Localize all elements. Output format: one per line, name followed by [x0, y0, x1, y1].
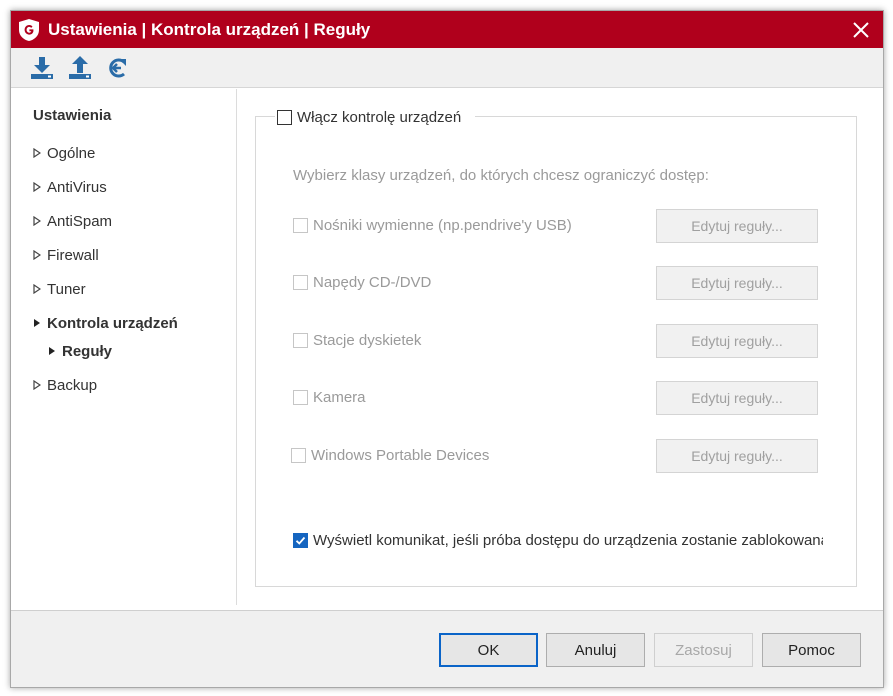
edit-rules-removable-button[interactable]: Edytuj reguły...: [656, 209, 818, 243]
cd-dvd-label: Napędy CD-/DVD: [313, 274, 432, 291]
collapsed-arrow-icon: [33, 284, 47, 294]
collapsed-arrow-icon: [33, 182, 47, 192]
expanded-arrow-icon: [33, 318, 47, 328]
reset-button[interactable]: [102, 53, 132, 83]
import-download-icon: [31, 57, 53, 79]
enable-device-control-checkbox[interactable]: [277, 109, 292, 125]
device-row-camera: Kamera Edytuj reguły...: [291, 381, 821, 415]
device-row-cd-dvd: Napędy CD-/DVD Edytuj reguły...: [291, 266, 821, 300]
ok-button[interactable]: OK: [439, 633, 538, 667]
collapsed-arrow-icon: [33, 380, 47, 390]
camera-checkbox[interactable]: [293, 390, 308, 405]
import-button[interactable]: [27, 53, 57, 83]
dialog-footer: OK Anuluj Zastosuj Pomoc: [11, 610, 883, 687]
floppy-checkbox[interactable]: [293, 333, 308, 348]
sidebar-item-label: AntiSpam: [47, 212, 113, 230]
selected-arrow-icon: [48, 346, 62, 356]
reset-arrow-icon: [109, 58, 126, 78]
g-data-shield-icon: [19, 19, 39, 41]
title-bar: Ustawienia | Kontrola urządzeń | Reguły: [11, 11, 883, 48]
cancel-button[interactable]: Anuluj: [546, 633, 645, 667]
wpd-checkbox[interactable]: [291, 448, 306, 463]
floppy-label: Stacje dyskietek: [313, 332, 422, 349]
block-notification-row[interactable]: Wyświetl komunikat, jeśli próba dostępu …: [293, 529, 823, 551]
settings-sidebar: Ustawienia Ogólne AntiVirus AntiSpam Fir…: [11, 89, 237, 605]
device-row-floppy: Stacje dyskietek Edytuj reguły...: [291, 324, 821, 358]
sidebar-item-label: Reguły: [62, 342, 113, 360]
edit-rules-wpd-button[interactable]: Edytuj reguły...: [656, 439, 818, 473]
removable-media-label: Nośniki wymienne (np.pendrive'y USB): [313, 217, 572, 234]
removable-media-checkbox[interactable]: [293, 218, 308, 233]
collapsed-arrow-icon: [33, 148, 47, 158]
close-icon: [853, 21, 869, 38]
sidebar-item-antispam[interactable]: AntiSpam: [33, 210, 112, 232]
enable-device-control-label: Włącz kontrolę urządzeń: [297, 108, 462, 126]
sidebar-item-label: Firewall: [47, 246, 99, 264]
collapsed-arrow-icon: [33, 250, 47, 260]
edit-rules-floppy-button[interactable]: Edytuj reguły...: [656, 324, 818, 358]
camera-label: Kamera: [313, 389, 366, 406]
sidebar-item-reguly[interactable]: Reguły: [48, 340, 112, 362]
export-upload-icon: [69, 56, 91, 79]
collapsed-arrow-icon: [33, 216, 47, 226]
device-row-removable: Nośniki wymienne (np.pendrive'y USB) Edy…: [291, 209, 821, 243]
sidebar-item-label: Kontrola urządzeń: [47, 314, 178, 332]
wpd-label: Windows Portable Devices: [311, 447, 490, 464]
checkmark-icon: [295, 536, 306, 545]
apply-button[interactable]: Zastosuj: [654, 633, 753, 667]
device-row-wpd: Windows Portable Devices Edytuj reguły..…: [291, 439, 821, 473]
sidebar-item-label: Ogólne: [47, 144, 96, 162]
sidebar-item-label: Backup: [47, 376, 98, 394]
window-title: Ustawienia | Kontrola urządzeń | Reguły: [48, 20, 371, 39]
cd-dvd-checkbox[interactable]: [293, 275, 308, 290]
sidebar-item-backup[interactable]: Backup: [33, 374, 97, 396]
close-button[interactable]: [839, 11, 883, 48]
sidebar-item-tuner[interactable]: Tuner: [33, 278, 86, 300]
export-button[interactable]: [65, 53, 95, 83]
help-button[interactable]: Pomoc: [762, 633, 861, 667]
sidebar-item-kontrola-urzadzen[interactable]: Kontrola urządzeń: [33, 312, 178, 334]
sidebar-item-firewall[interactable]: Firewall: [33, 244, 99, 266]
block-notification-label: Wyświetl komunikat, jeśli próba dostępu …: [313, 531, 823, 549]
toolbar: [11, 48, 883, 88]
sidebar-item-label: Tuner: [47, 280, 86, 298]
sidebar-item-label: AntiVirus: [47, 178, 107, 196]
sidebar-item-antivirus[interactable]: AntiVirus: [33, 176, 107, 198]
edit-rules-camera-button[interactable]: Edytuj reguły...: [656, 381, 818, 415]
device-classes-hint: Wybierz klasy urządzeń, do których chces…: [293, 167, 709, 184]
block-notification-checkbox[interactable]: [293, 532, 308, 548]
settings-window: Ustawienia | Kontrola urządzeń | Reguły: [10, 10, 884, 688]
sidebar-header: Ustawienia: [33, 107, 112, 124]
edit-rules-cd-dvd-button[interactable]: Edytuj reguły...: [656, 266, 818, 300]
sidebar-item-ogolne[interactable]: Ogólne: [33, 142, 95, 164]
enable-device-control-row[interactable]: Włącz kontrolę urządzeń: [275, 106, 476, 128]
